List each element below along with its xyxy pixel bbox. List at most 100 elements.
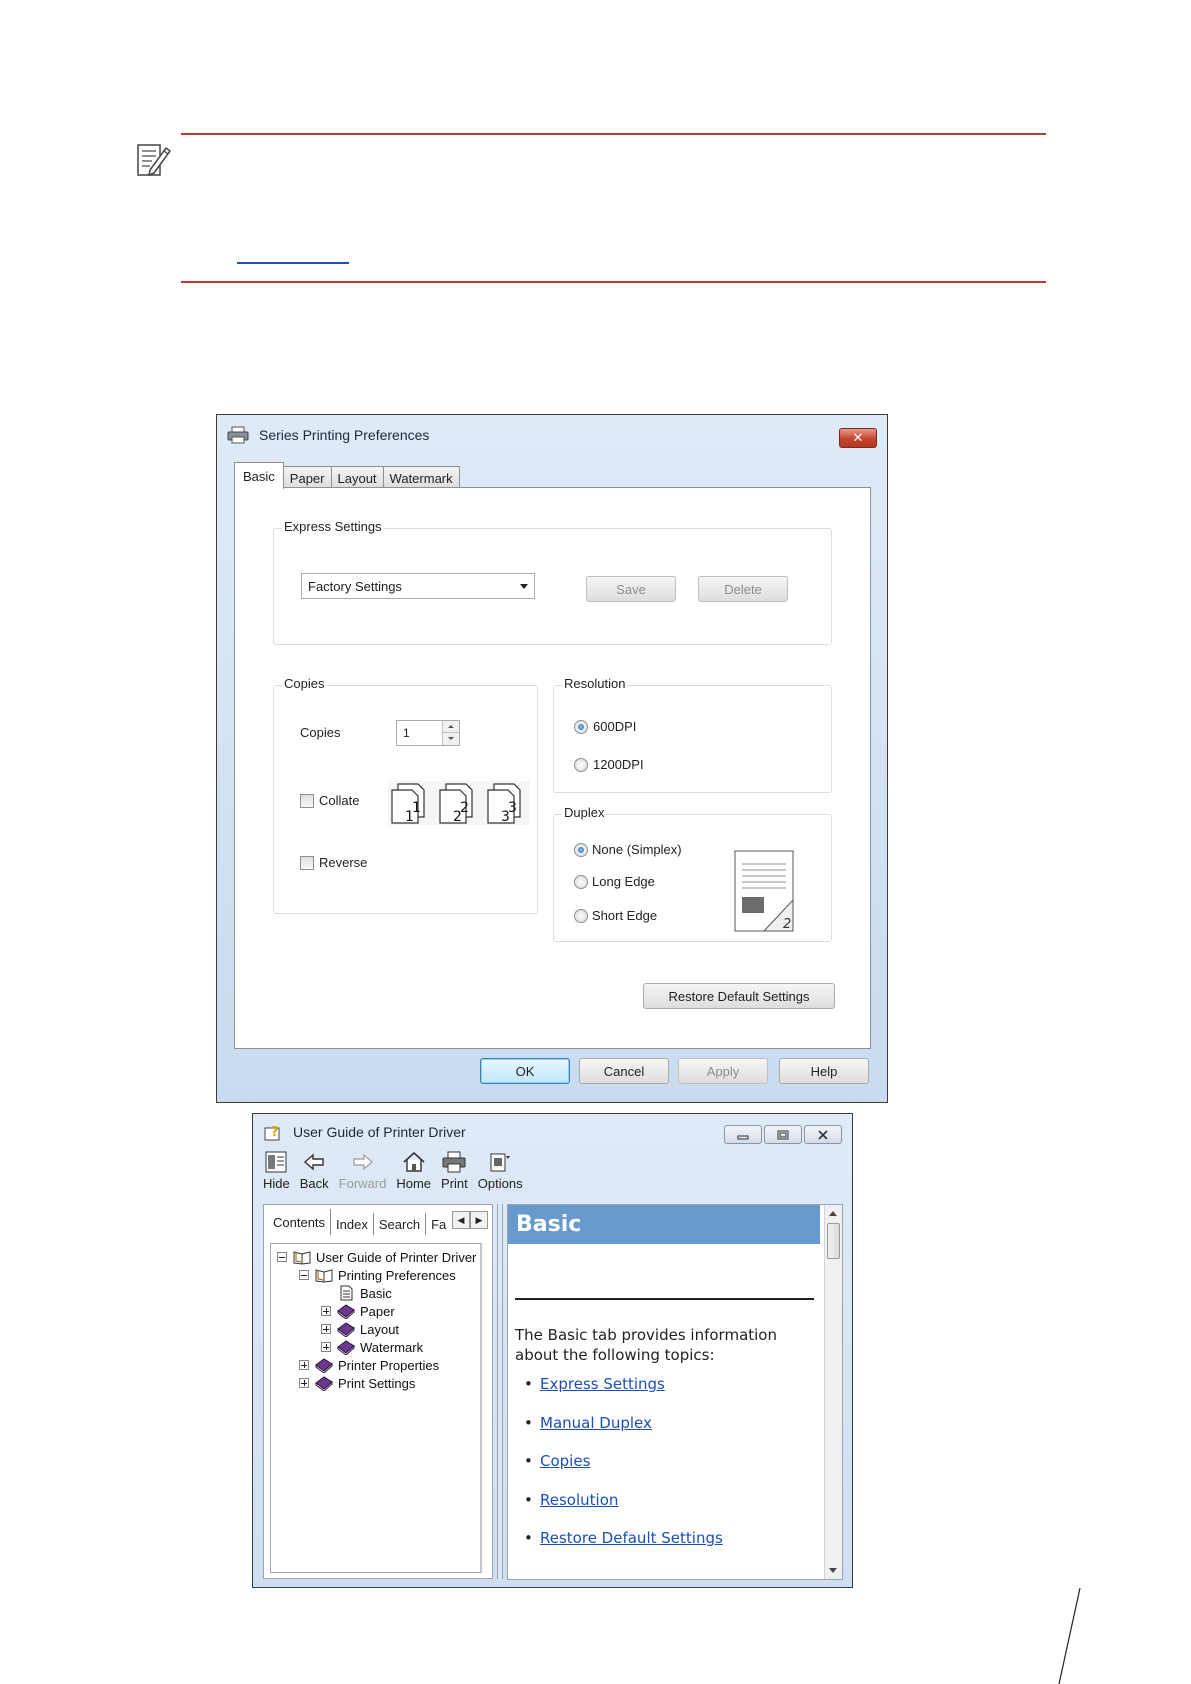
tree-node-print-settings[interactable]: Print Settings: [299, 1375, 415, 1391]
maximize-button[interactable]: [764, 1125, 802, 1144]
help-button[interactable]: Help: [779, 1058, 869, 1084]
close-icon: [818, 1129, 828, 1140]
tab-favorites[interactable]: Fa: [426, 1213, 451, 1235]
help-viewer-window: ? User Guide of Printer Driver Hide Back…: [252, 1113, 853, 1588]
resolution-600-radio[interactable]: [574, 720, 588, 734]
nav-tabs: Contents Index Search Fa: [268, 1209, 451, 1235]
options-button[interactable]: Options: [478, 1150, 523, 1198]
collate-page-2-front: 2: [453, 809, 462, 825]
copies-value: 1: [403, 726, 410, 740]
restore-default-button[interactable]: Restore Default Settings: [643, 983, 835, 1009]
stepper-up-icon[interactable]: [442, 721, 459, 733]
link-manual-duplex[interactable]: Manual Duplex: [524, 1414, 723, 1453]
page-corner-line: [1058, 1588, 1081, 1684]
link-copies[interactable]: Copies: [524, 1452, 723, 1491]
home-icon: [403, 1151, 425, 1172]
expand-icon[interactable]: [299, 1360, 309, 1370]
duplex-long-edge-label: Long Edge: [592, 874, 655, 889]
print-button[interactable]: Print: [441, 1150, 468, 1198]
help-close-button[interactable]: [804, 1125, 842, 1144]
pane-splitter[interactable]: [497, 1204, 503, 1579]
expand-icon[interactable]: [321, 1342, 331, 1352]
duplex-group-label: Duplex: [562, 805, 607, 820]
closed-book-icon: [337, 1304, 355, 1319]
save-button[interactable]: Save: [586, 576, 676, 602]
tree-label: Layout: [360, 1321, 400, 1337]
expand-icon[interactable]: [321, 1306, 331, 1316]
note-link-underline[interactable]: [237, 262, 349, 264]
resolution-1200-radio[interactable]: [574, 758, 588, 772]
tab-basic[interactable]: Basic: [234, 462, 284, 489]
tab-layout[interactable]: Layout: [330, 466, 384, 489]
options-label: Options: [477, 1176, 523, 1191]
window-controls: [724, 1125, 842, 1144]
note-top-rule: [181, 133, 1046, 135]
tree-node-watermark[interactable]: Watermark: [321, 1339, 423, 1355]
topic-link-list: Express Settings Manual Duplex Copies Re…: [524, 1375, 723, 1568]
scroll-thumb[interactable]: [827, 1223, 840, 1259]
tree-node-printer-properties[interactable]: Printer Properties: [299, 1357, 439, 1373]
stepper-down-icon[interactable]: [442, 733, 459, 745]
express-settings-group: Express Settings Factory Settings Save D…: [273, 519, 832, 645]
closed-book-icon: [337, 1322, 355, 1337]
collapse-icon[interactable]: [277, 1252, 287, 1262]
tree-node-user-guide[interactable]: User Guide of Printer Driver: [277, 1249, 476, 1265]
expand-icon[interactable]: [299, 1378, 309, 1388]
tree-label: Watermark: [360, 1339, 424, 1355]
tab-scroll-left-icon[interactable]: ◀: [452, 1211, 470, 1229]
scroll-down-icon[interactable]: [829, 1568, 837, 1573]
collate-pages-icon: 1 1 2 2 3 3: [388, 781, 530, 825]
tree-node-layout[interactable]: Layout: [321, 1321, 399, 1337]
cancel-button[interactable]: Cancel: [579, 1058, 669, 1084]
minimize-button[interactable]: [724, 1125, 762, 1144]
tab-search[interactable]: Search: [374, 1213, 427, 1235]
open-book-icon: [293, 1251, 311, 1265]
home-button[interactable]: Home: [396, 1150, 431, 1198]
tab-watermark[interactable]: Watermark: [382, 466, 460, 489]
resolution-group: Resolution 600DPI 1200DPI: [553, 676, 832, 793]
tab-index[interactable]: Index: [331, 1213, 374, 1235]
tree-node-printing-preferences[interactable]: Printing Preferences: [299, 1267, 456, 1283]
link-express-settings[interactable]: Express Settings: [524, 1375, 723, 1414]
ok-button[interactable]: OK: [480, 1058, 570, 1084]
expand-icon[interactable]: [321, 1324, 331, 1334]
duplex-group: Duplex None (Simplex) Long Edge Short Ed…: [553, 805, 832, 942]
content-scrollbar[interactable]: [824, 1205, 842, 1579]
minimize-icon: [737, 1135, 749, 1139]
navigation-pane: Contents Index Search Fa ◀ ▶ User Guide …: [263, 1204, 493, 1579]
collate-page-3-front: 3: [501, 809, 510, 825]
delete-button[interactable]: Delete: [698, 576, 788, 602]
duplex-preview-icon: 2: [734, 850, 794, 932]
collate-checkbox[interactable]: [300, 794, 314, 808]
hide-button[interactable]: Hide: [263, 1150, 290, 1198]
express-settings-dropdown[interactable]: Factory Settings: [301, 573, 535, 599]
back-button[interactable]: Back: [300, 1150, 329, 1198]
chevron-down-icon: [520, 584, 528, 589]
tab-contents[interactable]: Contents: [268, 1209, 332, 1235]
link-restore-default-settings[interactable]: Restore Default Settings: [524, 1529, 723, 1568]
prefs-titlebar[interactable]: Series Printing Preferences: [217, 415, 887, 455]
dropdown-value: Factory Settings: [308, 578, 402, 594]
resolution-1200-label: 1200DPI: [593, 757, 644, 772]
forward-button[interactable]: Forward: [339, 1150, 386, 1198]
link-resolution[interactable]: Resolution: [524, 1491, 723, 1530]
tree-node-basic[interactable]: Basic: [321, 1285, 392, 1301]
close-button[interactable]: ✕: [839, 428, 877, 448]
print-label: Print: [441, 1176, 468, 1191]
tab-paper[interactable]: Paper: [282, 466, 332, 489]
tab-scroll-right-icon[interactable]: ▶: [470, 1211, 488, 1229]
copies-stepper[interactable]: 1: [396, 720, 460, 746]
duplex-long-edge-radio[interactable]: [574, 875, 588, 889]
apply-button[interactable]: Apply: [678, 1058, 768, 1084]
duplex-short-edge-radio[interactable]: [574, 909, 588, 923]
svg-text:?: ?: [271, 1125, 279, 1140]
scroll-up-icon[interactable]: [829, 1211, 837, 1216]
prefs-tabstrip: Basic Paper Layout Watermark: [234, 462, 460, 489]
reverse-checkbox[interactable]: [300, 856, 314, 870]
hide-icon: [265, 1151, 287, 1173]
maximize-icon: [777, 1130, 789, 1139]
tree-node-paper[interactable]: Paper: [321, 1303, 395, 1319]
duplex-short-edge-label: Short Edge: [592, 908, 658, 923]
collapse-icon[interactable]: [299, 1270, 309, 1280]
duplex-none-radio[interactable]: [574, 843, 588, 857]
